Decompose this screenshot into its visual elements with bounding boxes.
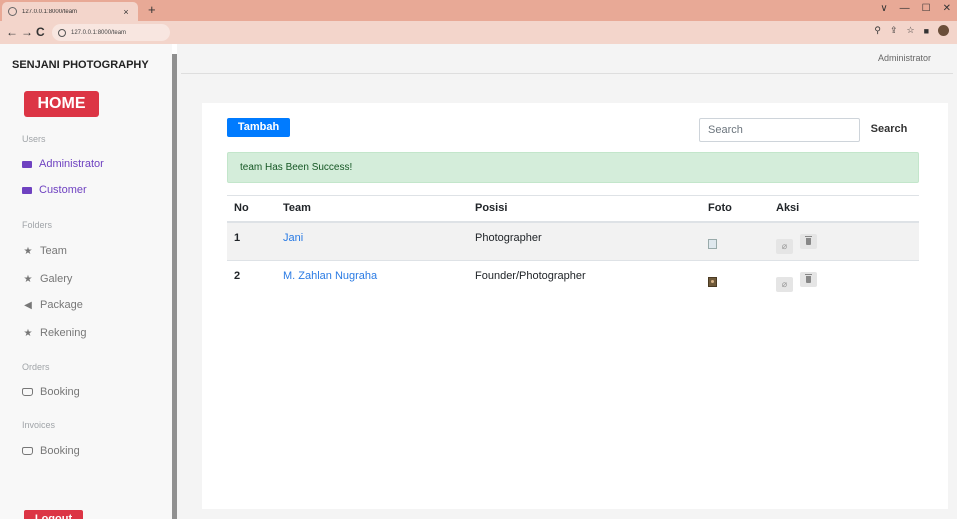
cell-aksi: ⌀	[776, 221, 919, 261]
edit-attachment-button[interactable]: ⌀	[776, 277, 793, 292]
success-alert: team Has Been Success!	[227, 152, 919, 183]
cell-posisi: Photographer	[475, 221, 708, 261]
sidebar-item-package[interactable]: ◀ Package	[22, 299, 83, 311]
col-posisi: Posisi	[475, 195, 708, 223]
zoom-icon[interactable]: ⚲	[874, 25, 881, 36]
sidebar-item-administrator[interactable]: Administrator	[22, 158, 104, 170]
sidebar-item-label: Customer	[39, 184, 87, 196]
url-field[interactable]: 127.0.0.1:8000/team	[52, 24, 170, 41]
bookmark-star-icon[interactable]: ☆	[906, 25, 914, 36]
home-button[interactable]: HOME	[24, 91, 99, 117]
sidebar-item-invoices-booking[interactable]: Booking	[22, 445, 80, 457]
window-controls: ∨ — ☐ ✕	[880, 3, 951, 14]
col-no: No	[227, 195, 283, 223]
star-icon: ★	[23, 245, 33, 257]
side-panel-icon[interactable]: ■	[924, 26, 929, 36]
section-folders: Folders	[22, 220, 53, 230]
star-icon: ★	[23, 273, 33, 285]
star-icon: ★	[23, 327, 33, 339]
section-orders: Orders	[22, 362, 50, 372]
sidebar-item-label: Team	[40, 245, 67, 257]
main-content: Administrator Tambah Search team Has Bee…	[177, 44, 957, 519]
sidebar-item-rekening[interactable]: ★ Rekening	[22, 327, 87, 339]
cell-posisi: Founder/Photographer	[475, 260, 708, 300]
search-input[interactable]	[699, 118, 860, 142]
sidebar-item-label: Galery	[40, 273, 73, 285]
sidebar-item-label: Administrator	[39, 158, 104, 170]
share-icon[interactable]: ⇪	[890, 25, 898, 36]
profile-avatar-icon[interactable]	[938, 25, 949, 36]
top-navbar: Administrator	[181, 44, 953, 74]
edit-attachment-button[interactable]: ⌀	[776, 238, 793, 254]
forward-arrow-icon[interactable]: →	[21, 25, 33, 39]
inbox-icon	[22, 388, 33, 396]
browser-tab-bar: 127.0.0.1:8000/team × + ∨ — ☐ ✕	[0, 0, 957, 21]
close-window-button[interactable]: ✕	[943, 3, 951, 14]
sidebar-item-team[interactable]: ★ Team	[22, 245, 67, 257]
content-card: Tambah Search team Has Been Success! No …	[202, 103, 948, 509]
envelope-icon	[22, 160, 32, 168]
url-text: 127.0.0.1:8000/team	[71, 29, 127, 36]
browser-tab[interactable]: 127.0.0.1:8000/team ×	[2, 2, 138, 21]
team-table: No Team Posisi Foto Aksi 1 Jani Photogra…	[227, 195, 919, 300]
team-photo-thumbnail	[708, 277, 717, 287]
team-name-link[interactable]: Jani	[283, 232, 303, 244]
sidebar-item-orders-booking[interactable]: Booking	[22, 386, 80, 398]
sidebar-item-label: Booking	[40, 445, 80, 457]
cell-team: M. Zahlan Nugraha	[283, 260, 475, 300]
cell-team: Jani	[283, 221, 475, 261]
cell-aksi: ⌀	[776, 260, 919, 300]
cell-no: 2	[227, 260, 283, 300]
tab-search-icon[interactable]: ∨	[880, 3, 887, 14]
sidebar-item-label: Rekening	[40, 327, 87, 339]
team-name-link[interactable]: M. Zahlan Nugraha	[283, 270, 377, 282]
new-tab-button[interactable]: +	[148, 3, 156, 17]
sidebar: SENJANI PHOTOGRAPHY HOME Users Administr…	[0, 44, 172, 519]
table-row: 1 Jani Photographer ⌀	[227, 221, 919, 261]
cell-foto	[708, 260, 776, 300]
site-info-icon[interactable]	[58, 28, 66, 37]
col-foto: Foto	[708, 195, 776, 223]
sidebar-item-galery[interactable]: ★ Galery	[22, 273, 73, 285]
browser-address-bar: ← → C 127.0.0.1:8000/team ⚲ ⇪ ☆ ■	[0, 21, 957, 44]
logout-button[interactable]: Logout	[24, 510, 83, 519]
sidebar-item-label: Package	[40, 299, 83, 311]
inbox-icon	[22, 447, 33, 455]
back-arrow-icon[interactable]: ←	[6, 25, 18, 39]
user-menu[interactable]: Administrator	[878, 53, 931, 63]
col-team: Team	[283, 195, 475, 223]
delete-trash-button[interactable]	[800, 272, 817, 287]
maximize-button[interactable]: ☐	[922, 3, 931, 14]
table-row: 2 M. Zahlan Nugraha Founder/Photographer…	[227, 260, 919, 300]
sidebar-item-label: Booking	[40, 386, 80, 398]
minimize-button[interactable]: —	[900, 3, 910, 14]
cell-no: 1	[227, 221, 283, 261]
browser-toolbar-icons: ⚲ ⇪ ☆ ■	[874, 25, 949, 36]
close-tab-icon[interactable]: ×	[120, 7, 132, 17]
cell-foto	[708, 221, 776, 261]
send-icon: ◀	[24, 299, 32, 311]
globe-icon	[8, 7, 17, 16]
broken-image-icon	[708, 238, 717, 249]
envelope-icon	[22, 186, 32, 194]
section-invoices: Invoices	[22, 420, 56, 430]
section-users: Users	[22, 134, 46, 144]
table-header-row: No Team Posisi Foto Aksi	[227, 195, 919, 223]
col-aksi: Aksi	[776, 195, 919, 223]
sidebar-item-customer[interactable]: Customer	[22, 184, 87, 196]
reload-icon[interactable]: C	[36, 25, 45, 39]
tab-title: 127.0.0.1:8000/team	[22, 8, 78, 15]
brand-title: SENJANI PHOTOGRAPHY	[12, 59, 149, 71]
delete-trash-button[interactable]	[800, 233, 817, 249]
add-team-button[interactable]: Tambah	[227, 118, 290, 137]
search-button[interactable]: Search	[867, 120, 911, 138]
